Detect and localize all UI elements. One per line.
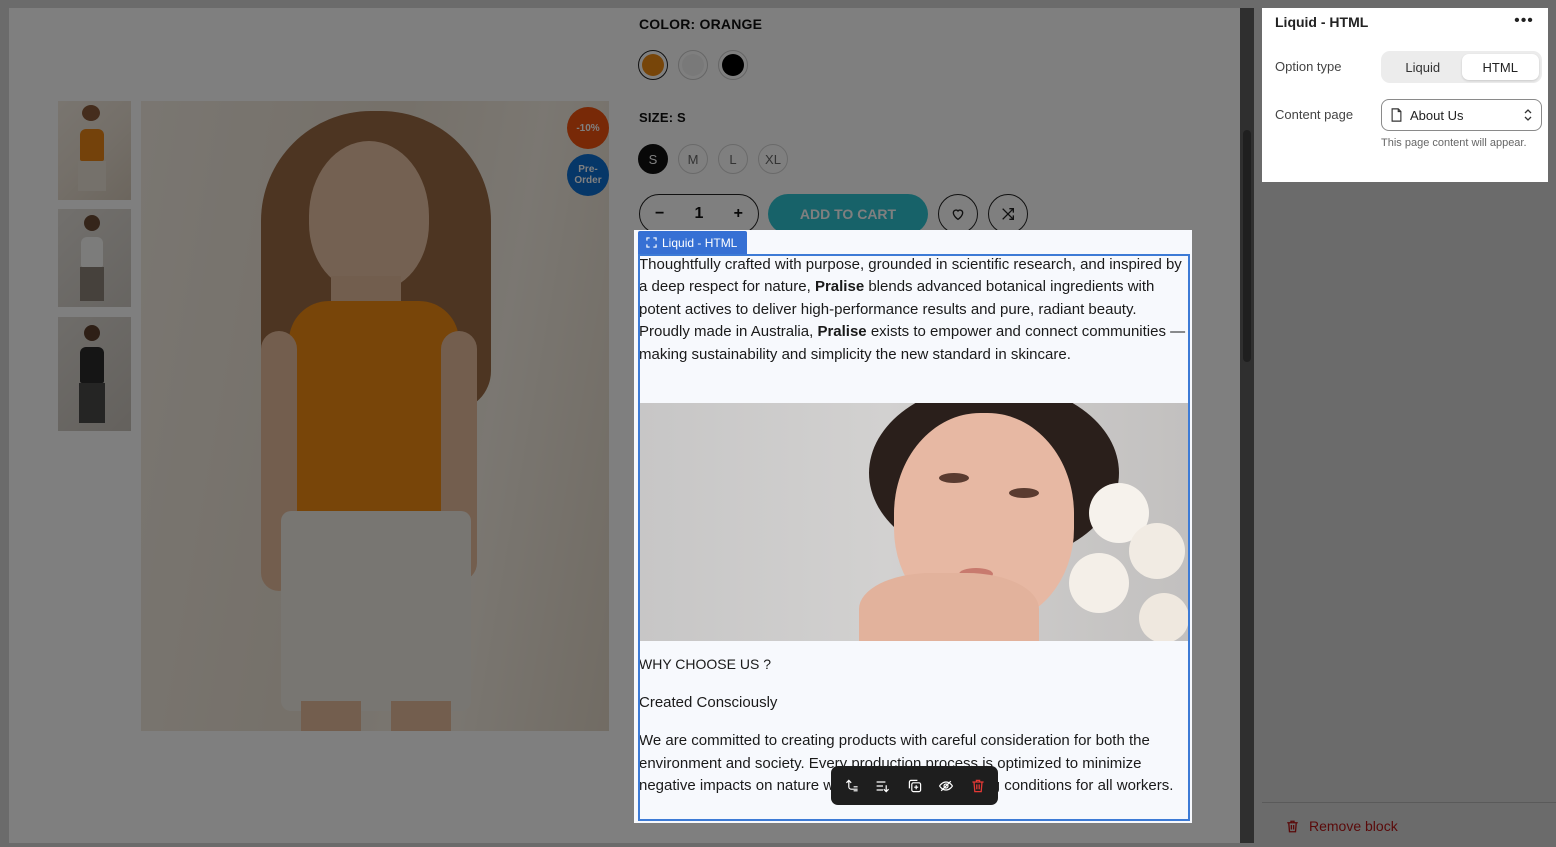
block-settings-card: Liquid - HTML ••• Option type Liquid HTM… — [1262, 8, 1548, 182]
content-page-value: About Us — [1410, 107, 1464, 123]
swatch-orange[interactable] — [638, 50, 668, 80]
block-tag[interactable]: Liquid - HTML — [638, 231, 748, 254]
page-icon — [1391, 108, 1402, 122]
preorder-badge: Pre-Order — [567, 154, 609, 196]
eye-off-icon — [938, 780, 954, 791]
remove-block-label: Remove block — [1309, 818, 1398, 834]
swatch-black[interactable] — [718, 50, 748, 80]
trash-icon — [971, 779, 984, 792]
size-label: SIZE: S — [639, 110, 686, 125]
liquid-html-block[interactable]: Thoughtfully crafted with purpose, groun… — [634, 230, 1192, 823]
move-icon — [876, 780, 890, 792]
swatch-white-dot — [682, 54, 704, 76]
why-choose-us-heading: WHY CHOOSE US ? — [639, 656, 771, 672]
size-option-l[interactable]: L — [718, 144, 748, 174]
heart-icon — [952, 209, 964, 221]
swatch-orange-dot — [642, 54, 664, 76]
wishlist-button[interactable] — [938, 194, 978, 234]
duplicate-icon — [908, 779, 921, 792]
skincare-model-image — [639, 403, 1188, 641]
thumbnail-orange-top[interactable] — [58, 101, 131, 200]
size-option-m[interactable]: M — [678, 144, 708, 174]
option-html[interactable]: HTML — [1461, 54, 1539, 80]
swatch-white[interactable] — [678, 50, 708, 80]
chevron-up-down-icon — [1524, 109, 1532, 121]
size-option-s[interactable]: S — [638, 144, 668, 174]
thumbnail-black-top[interactable] — [58, 317, 131, 431]
content-page-hint: This page content will appear. — [1381, 137, 1527, 149]
panel-title: Liquid - HTML — [1275, 14, 1369, 30]
delete-block-button[interactable] — [967, 775, 989, 797]
swatch-black-dot — [722, 54, 744, 76]
plus-icon[interactable]: + — [723, 205, 753, 223]
block-toolbar — [831, 766, 998, 805]
more-options-icon[interactable]: ••• — [1514, 12, 1534, 30]
option-type-toggle: Liquid HTML — [1381, 51, 1542, 83]
color-label: COLOR: ORANGE — [639, 16, 763, 32]
size-option-xl[interactable]: XL — [758, 144, 788, 174]
hide-block-button[interactable] — [935, 775, 957, 797]
option-liquid[interactable]: Liquid — [1384, 54, 1462, 80]
content-page-label: Content page — [1275, 107, 1354, 122]
option-type-label: Option type — [1275, 59, 1342, 74]
compare-button[interactable] — [988, 194, 1028, 234]
panel-divider — [1262, 802, 1556, 803]
select-parent-button[interactable] — [841, 775, 863, 797]
block-intro: Thoughtfully crafted with purpose, groun… — [639, 254, 1189, 366]
block-tag-label: Liquid - HTML — [662, 235, 738, 250]
expand-icon — [646, 237, 657, 248]
thumbnail-white-top[interactable] — [58, 209, 131, 307]
trash-icon — [1287, 820, 1298, 832]
discount-badge: -10% — [567, 107, 609, 149]
preview-scrollbar-thumb[interactable] — [1243, 130, 1251, 362]
add-to-cart-button[interactable]: ADD TO CART — [768, 194, 928, 234]
minus-icon[interactable]: − — [645, 205, 675, 223]
move-block-button[interactable] — [872, 775, 894, 797]
brand-name-2: Pralise — [817, 323, 867, 341]
brand-name: Pralise — [814, 278, 865, 296]
intro-paragraph: Thoughtfully crafted with purpose, groun… — [639, 254, 1189, 366]
remove-block-button[interactable]: Remove block — [1285, 818, 1398, 834]
main-product-image: -10% Pre-Order — [141, 101, 609, 731]
content-page-select[interactable]: About Us — [1381, 99, 1542, 131]
settings-panel: Liquid - HTML ••• Option type Liquid HTM… — [1262, 0, 1556, 847]
quantity-value[interactable]: 1 — [684, 205, 714, 223]
quantity-stepper: − 1 + — [639, 194, 759, 234]
created-consciously-heading: Created Consciously — [639, 694, 778, 711]
select-parent-icon — [845, 779, 858, 791]
duplicate-block-button[interactable] — [904, 775, 926, 797]
shuffle-icon — [1002, 208, 1014, 220]
